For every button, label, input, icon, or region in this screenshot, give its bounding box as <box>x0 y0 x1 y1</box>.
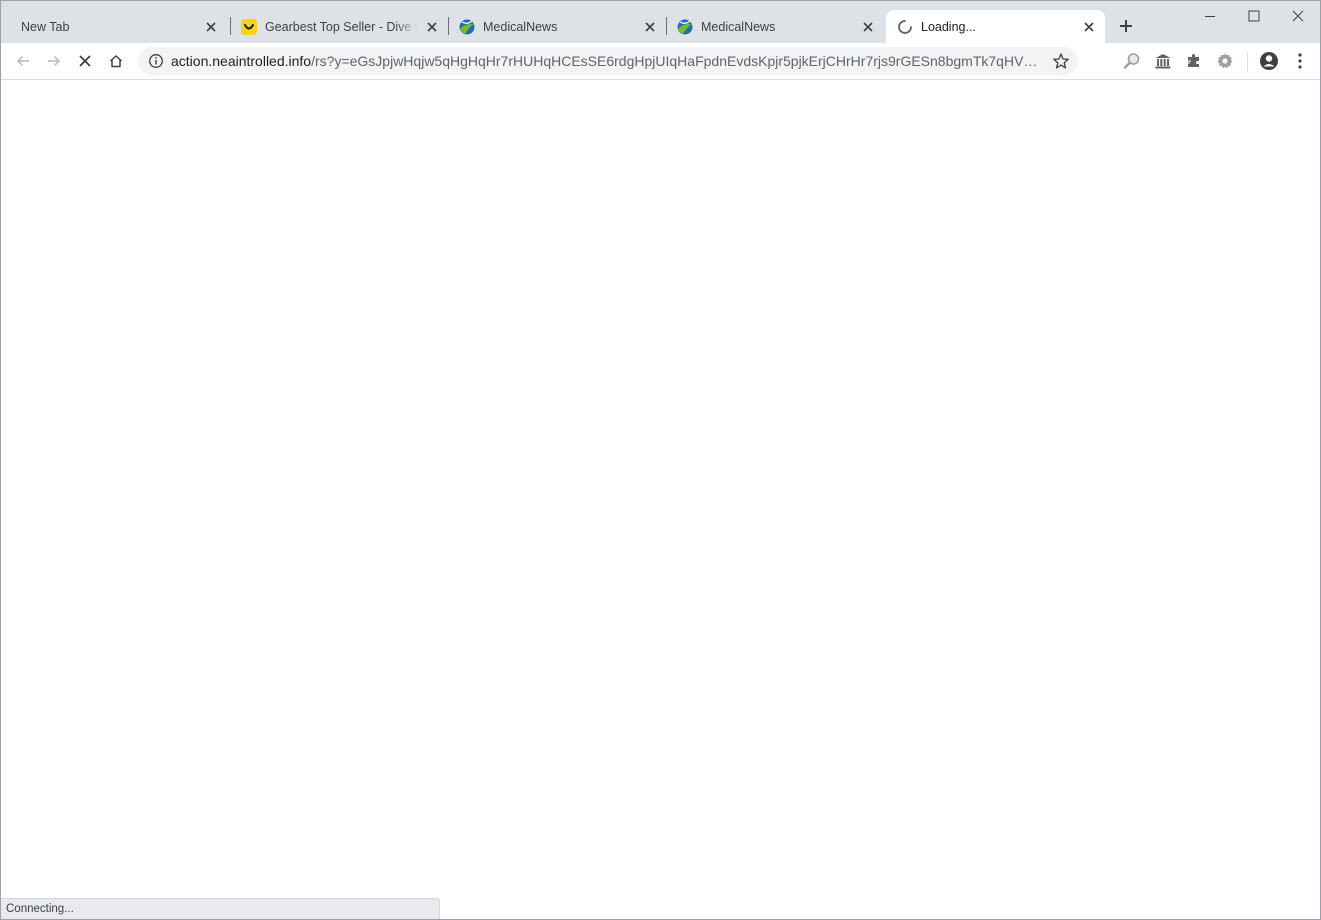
close-tab-icon[interactable] <box>860 19 876 35</box>
close-tab-icon[interactable] <box>1081 19 1097 35</box>
new-tab-button[interactable] <box>1114 14 1138 38</box>
browser-window: New Tab Gearbest Top Seller - Dive with <box>0 0 1321 920</box>
close-tab-icon[interactable] <box>642 19 658 35</box>
toolbar-separator <box>1247 53 1248 71</box>
tab-medicalnews-2[interactable]: MedicalNews <box>667 10 882 43</box>
tab-title: New Tab <box>21 19 70 34</box>
maximize-icon <box>1248 10 1260 22</box>
tab-title: MedicalNews <box>483 19 558 34</box>
back-arrow-icon <box>16 55 29 67</box>
stop-loading-icon <box>79 55 91 67</box>
medicalnews-globe-icon <box>459 19 475 35</box>
bookmark-star-icon[interactable] <box>1052 52 1070 70</box>
gear-extension-icon <box>1217 53 1233 68</box>
plus-icon <box>1120 20 1132 32</box>
chrome-menu-button[interactable] <box>1286 47 1314 75</box>
close-window-icon <box>1292 10 1304 22</box>
tab-title: Loading... <box>921 19 976 34</box>
loading-spinner-icon <box>897 19 913 35</box>
forward-arrow-icon <box>48 55 61 67</box>
bank-extension-icon <box>1155 54 1171 69</box>
stop-loading-button[interactable] <box>71 47 99 75</box>
profile-avatar-icon <box>1260 52 1278 70</box>
puzzle-extension-button[interactable] <box>1180 47 1208 75</box>
kebab-menu-icon <box>1298 53 1302 69</box>
bank-extension-button[interactable] <box>1149 47 1177 75</box>
home-button[interactable] <box>102 47 130 75</box>
home-icon <box>109 55 123 68</box>
close-window-button[interactable] <box>1276 1 1320 31</box>
address-bar[interactable]: action.neaintrolled.info/rs?y=eGsJpjwHqj… <box>138 47 1078 75</box>
zoom-search-extension-icon <box>1123 53 1140 69</box>
tab-medicalnews-1[interactable]: MedicalNews <box>449 10 664 43</box>
toolbar: action.neaintrolled.info/rs?y=eGsJpjwHqj… <box>1 43 1320 80</box>
profile-button[interactable] <box>1255 47 1283 75</box>
gear-extension-button[interactable] <box>1211 47 1239 75</box>
site-info-icon[interactable] <box>148 53 164 69</box>
minimize-icon <box>1205 16 1215 17</box>
puzzle-extension-icon <box>1188 54 1199 67</box>
tab-gearbest[interactable]: Gearbest Top Seller - Dive with <box>231 10 446 43</box>
close-tab-icon[interactable] <box>203 19 219 35</box>
medicalnews-globe-icon <box>677 19 693 35</box>
tab-strip: New Tab Gearbest Top Seller - Dive with <box>1 1 1320 43</box>
page-content <box>1 80 1320 919</box>
back-button[interactable] <box>9 47 37 75</box>
zoom-search-extension-button[interactable] <box>1118 47 1146 75</box>
close-tab-icon[interactable] <box>424 19 440 35</box>
url-text[interactable]: action.neaintrolled.info/rs?y=eGsJpjwHqj… <box>171 53 1041 71</box>
url-host: action.neaintrolled.info <box>171 53 312 69</box>
tab-title: MedicalNews <box>701 19 776 34</box>
status-bubble: Connecting... <box>1 898 440 919</box>
minimize-button[interactable] <box>1188 1 1232 31</box>
url-path: /rs?y=eGsJpjwHqjw5qHgHqHr7rHUHqHCEsSE6rd… <box>311 53 1041 69</box>
maximize-button[interactable] <box>1232 1 1276 31</box>
forward-button[interactable] <box>40 47 68 75</box>
tab-title: Gearbest Top Seller - Dive with <box>265 19 418 34</box>
gearbest-smile-icon <box>241 18 257 35</box>
tab-new-tab[interactable]: New Tab <box>13 10 225 43</box>
tab-loading[interactable]: Loading... <box>886 10 1105 43</box>
